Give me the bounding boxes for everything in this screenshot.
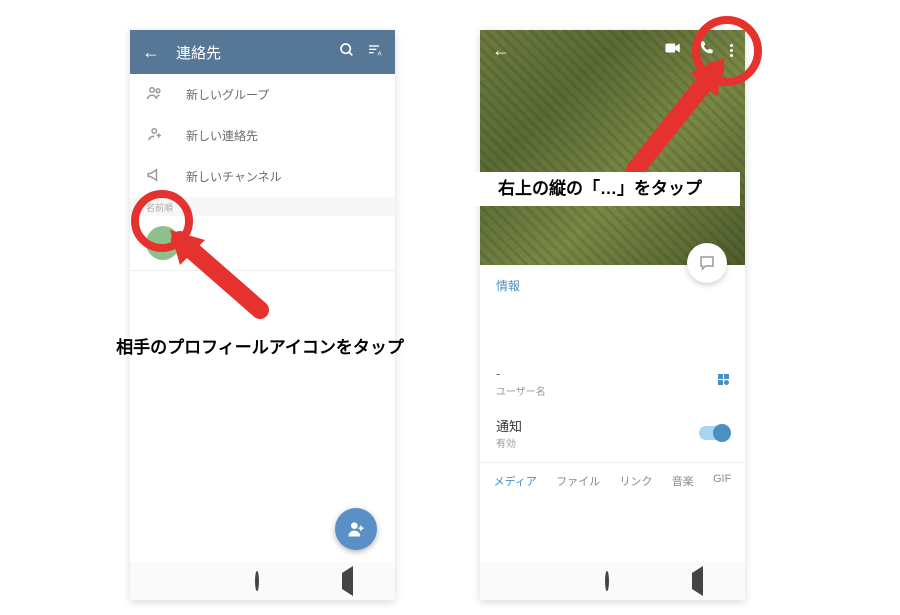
nav-back-icon[interactable] [692, 573, 703, 589]
nav-home-icon[interactable] [605, 573, 609, 589]
menu-list: 新しいグループ 新しい連絡先 新しいチャンネル [130, 74, 395, 197]
tab-file[interactable]: ファイル [556, 473, 600, 489]
android-nav-bar [480, 562, 745, 600]
nav-home-icon[interactable] [255, 573, 259, 589]
menu-new-group[interactable]: 新しいグループ [130, 74, 395, 115]
new-contact-fab[interactable] [335, 508, 377, 550]
username-label: ユーザー名 [496, 383, 729, 398]
annotation-arrow-right [615, 55, 735, 185]
search-icon[interactable] [339, 42, 355, 63]
notification-row[interactable]: 通知 有効 [496, 408, 729, 462]
qr-icon[interactable] [718, 366, 729, 385]
menu-new-contact[interactable]: 新しい連絡先 [130, 115, 395, 156]
notif-label: 通知 [496, 416, 522, 435]
notif-value: 有効 [496, 435, 522, 450]
add-contact-icon [146, 125, 170, 146]
android-nav-bar [130, 562, 395, 600]
message-fab[interactable] [687, 243, 727, 283]
tab-gif[interactable]: GIF [713, 473, 731, 489]
menu-label: 新しいグループ [186, 86, 269, 103]
tab-link[interactable]: リンク [619, 473, 652, 489]
nav-back-icon[interactable] [342, 573, 353, 589]
username-value: - [496, 366, 729, 381]
sort-icon[interactable]: A [367, 42, 383, 63]
menu-label: 新しいチャンネル [186, 168, 282, 185]
tab-music[interactable]: 音楽 [672, 473, 694, 489]
notification-toggle[interactable] [699, 426, 729, 440]
annotation-caption-left: 相手のプロフィールアイコンをタップ [90, 335, 430, 361]
annotation-arrow-left [165, 225, 285, 325]
back-icon[interactable]: ← [142, 42, 160, 63]
tab-media[interactable]: メディア [494, 473, 537, 489]
annotation-caption-right: 右上の縦の「…」をタップ [460, 172, 740, 206]
username-field[interactable]: - ユーザー名 [496, 360, 729, 408]
back-icon[interactable]: ← [492, 40, 510, 61]
profile-body: - ユーザー名 通知 有効 [480, 300, 745, 462]
svg-text:A: A [378, 51, 382, 57]
menu-label: 新しい連絡先 [186, 127, 258, 144]
media-tabs: メディア ファイル リンク 音楽 GIF [480, 462, 745, 499]
header-bar: ← 連絡先 A [130, 30, 395, 74]
megaphone-icon [146, 166, 170, 187]
group-icon [146, 84, 170, 105]
header-title: 連絡先 [176, 42, 327, 63]
